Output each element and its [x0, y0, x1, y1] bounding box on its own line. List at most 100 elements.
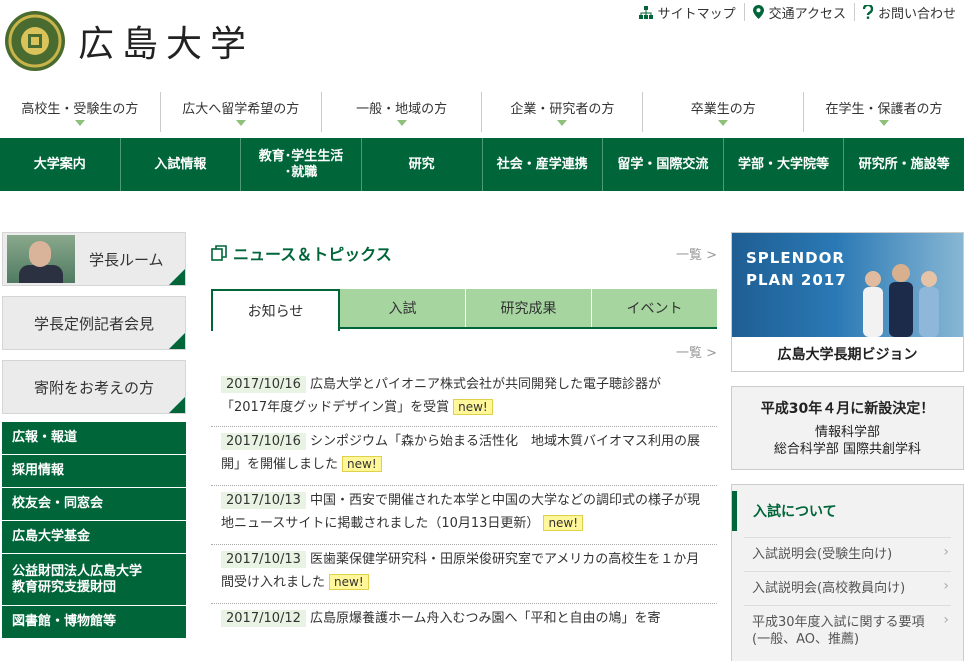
gnav-faculties[interactable]: 学部・大学院等 — [722, 138, 844, 191]
gnav-industry[interactable]: 社会・産学連携 — [481, 138, 603, 191]
audience-link-companies[interactable]: 企業・研究者の方 — [481, 92, 642, 132]
news-section: ニュース＆トピックス 一覧 > お知らせ 入試 研究成果 イベント 一覧 > 2… — [211, 236, 717, 661]
sitemap-icon — [638, 5, 653, 19]
sitemap-label: サイトマップ — [657, 6, 736, 22]
left-sidebar: 学長ルーム 学長定例記者会見 寄附をお考えの方 広報・報道 採用情報 校友会・同… — [2, 232, 186, 639]
sidebar-item-fund[interactable]: 広島大学基金 — [2, 521, 186, 554]
question-icon — [862, 5, 873, 19]
splendor-plan-image: SPLENDOR PLAN 2017 — [732, 233, 963, 337]
access-label: 交通アクセス — [768, 6, 846, 22]
gnav-education-label: 教育･学生生活 ･就職 — [258, 148, 344, 180]
down-triangle-icon — [718, 120, 729, 126]
news-item[interactable]: 2017/10/12 広島原爆養護ホーム舟入むつみ園へ「平和と自由の鳩」を寄 — [211, 604, 717, 661]
notice-line-1: 情報科学部 — [814, 425, 880, 440]
gnav-research[interactable]: 研究 — [360, 138, 482, 191]
new-badge: new! — [329, 574, 369, 590]
audience-label: 一般・地域の方 — [356, 102, 448, 117]
new-badge: new! — [342, 456, 382, 472]
news-text[interactable]: 広島原爆養護ホーム舟入むつみ園へ「平和と自由の鳩」を寄 — [310, 611, 661, 626]
list-item: 平成30年度入試に関する要項(一般、AO、推薦) — [744, 605, 951, 656]
sidebar-item-library[interactable]: 図書館・博物館等 — [2, 606, 186, 639]
president-photo — [7, 235, 75, 283]
global-nav: 大学案内 入試情報 教育･学生生活 ･就職 研究 社会・産学連携 留学・国際交流 … — [0, 138, 964, 191]
audience-link-international[interactable]: 広大へ留学希望の方 — [159, 92, 321, 132]
sidebar-item-pr[interactable]: 広報・報道 — [2, 422, 186, 455]
foundation-label: 公益財団法人広島大学 教育研究支援財団 — [12, 563, 143, 595]
gnav-about[interactable]: 大学案内 — [0, 138, 120, 191]
page-root: 広島大学 サイトマップ 交通アクセス お問い合わせ 高校生・受験生の方 広大へ留… — [0, 0, 964, 661]
sitemap-link[interactable]: サイトマップ — [631, 3, 744, 22]
tab-notices[interactable]: お知らせ — [211, 289, 340, 331]
contact-link[interactable]: お問い合わせ — [853, 3, 964, 22]
news-item[interactable]: 2017/10/16 シンポジウム「森から始まる活性化 地域木質バイオマス利用の展… — [211, 427, 717, 486]
gnav-institutes[interactable]: 研究所・施設等 — [843, 138, 964, 191]
sidebar-item-foundation[interactable]: 公益財団法人広島大学 教育研究支援財団 — [2, 554, 186, 606]
banner-text: SPLENDOR PLAN 2017 — [746, 247, 847, 291]
tab-research[interactable]: 研究成果 — [465, 289, 591, 327]
new-badge: new! — [543, 515, 584, 531]
admissions-box-title: 入試について — [732, 491, 963, 531]
admissions-link-guidelines[interactable]: 平成30年度入試に関する要項(一般、AO、推薦) — [752, 606, 933, 656]
down-triangle-icon — [235, 120, 246, 126]
list-item: 入試説明会(高校教員向け) — [744, 571, 951, 605]
gnav-admissions[interactable]: 入試情報 — [119, 138, 241, 191]
audience-link-alumni[interactable]: 卒業生の方 — [642, 92, 803, 132]
gnav-international[interactable]: 留学・国際交流 — [602, 138, 723, 191]
long-term-vision-banner[interactable]: SPLENDOR PLAN 2017 広島大学長期ビジョン — [731, 232, 964, 372]
university-seal-icon — [5, 11, 65, 71]
news-more-link[interactable]: 一覧 > — [676, 244, 717, 263]
banner-text-line-2: PLAN 2017 — [746, 271, 847, 289]
copy-icon — [211, 245, 227, 261]
sidebar-link-list: 広報・報道 採用情報 校友会・同窓会 広島大学基金 公益財団法人広島大学 教育研究… — [2, 422, 186, 639]
president-room-label: 学長ルーム — [89, 250, 164, 269]
utility-nav: サイトマップ 交通アクセス お問い合わせ — [631, 2, 964, 22]
down-triangle-icon — [879, 120, 890, 126]
audience-link-current[interactable]: 在学生・保護者の方 — [803, 92, 964, 132]
news-date: 2017/10/12 — [221, 610, 306, 627]
new-faculty-notice[interactable]: 平成30年４月に新設決定！ 情報科学部 総合科学部 国際共創学科 — [731, 386, 964, 470]
press-conference-button[interactable]: 学長定例記者会見 — [2, 296, 186, 350]
access-link[interactable]: 交通アクセス — [743, 3, 854, 22]
audience-link-public[interactable]: 一般・地域の方 — [320, 92, 482, 132]
news-item[interactable]: 2017/10/13 中国・西安で開催された本学と中国の大学などの調印式の様子が現… — [211, 486, 717, 545]
sidebar-item-recruit[interactable]: 採用情報 — [2, 455, 186, 488]
press-label: 学長定例記者会見 — [33, 314, 154, 333]
news-date: 2017/10/16 — [221, 433, 306, 450]
down-triangle-icon — [396, 120, 407, 126]
audience-label: 広大へ留学希望の方 — [182, 102, 300, 117]
contact-label: お問い合わせ — [877, 6, 956, 22]
gnav-education[interactable]: 教育･学生生活 ･就職 — [240, 138, 361, 191]
right-sidebar: SPLENDOR PLAN 2017 広島大学長期ビジョン 平成30年４月に新設決… — [731, 232, 964, 661]
corner-triangle-icon — [169, 397, 185, 413]
corner-triangle-icon — [169, 269, 185, 285]
admissions-link-teachers[interactable]: 入試説明会(高校教員向け) — [752, 572, 933, 605]
president-room-button[interactable]: 学長ルーム — [2, 232, 186, 286]
tab-events[interactable]: イベント — [591, 289, 717, 327]
sidebar-item-alumni[interactable]: 校友会・同窓会 — [2, 488, 186, 521]
news-title-text: ニュース＆トピックス — [233, 245, 392, 264]
news-date: 2017/10/16 — [221, 376, 306, 393]
university-logo[interactable]: 広島大学 — [4, 10, 254, 72]
news-title: ニュース＆トピックス — [211, 241, 392, 265]
students-illustration — [863, 264, 939, 337]
new-badge: new! — [453, 399, 493, 415]
notice-line-2: 総合科学部 国際共創学科 — [773, 442, 922, 457]
audience-label: 在学生・保護者の方 — [825, 102, 943, 117]
corner-triangle-icon — [169, 333, 185, 349]
donation-button[interactable]: 寄附をお考えの方 — [2, 360, 186, 414]
audience-link-students[interactable]: 高校生・受験生の方 — [0, 92, 160, 132]
admissions-link-applicants[interactable]: 入試説明会(受験生向け) — [752, 538, 933, 571]
audience-label: 企業・研究者の方 — [510, 102, 615, 117]
news-tabs: お知らせ 入試 研究成果 イベント — [211, 289, 717, 331]
banner-caption: 広島大学長期ビジョン — [732, 337, 963, 371]
audience-label: 卒業生の方 — [690, 102, 756, 117]
down-triangle-icon — [557, 120, 568, 126]
news-item[interactable]: 2017/10/16 広島大学とパイオニア株式会社が共同開発した電子聴診器が「20… — [211, 368, 717, 427]
donation-label: 寄附をお考えの方 — [33, 378, 154, 397]
tab-more-link[interactable]: 一覧 > — [211, 342, 717, 364]
audience-nav: 高校生・受験生の方 広大へ留学希望の方 一般・地域の方 企業・研究者の方 卒業生… — [0, 92, 964, 132]
admissions-box: 入試について 入試説明会(受験生向け) 入試説明会(高校教員向け) 平成30年度… — [731, 484, 964, 661]
tab-admissions[interactable]: 入試 — [340, 289, 465, 327]
news-item[interactable]: 2017/10/13 医歯薬保健学研究科・田原栄俊研究室でアメリカの高校生を１か月… — [211, 545, 717, 604]
admissions-link-list: 入試説明会(受験生向け) 入試説明会(高校教員向け) 平成30年度入試に関する要… — [744, 537, 951, 656]
